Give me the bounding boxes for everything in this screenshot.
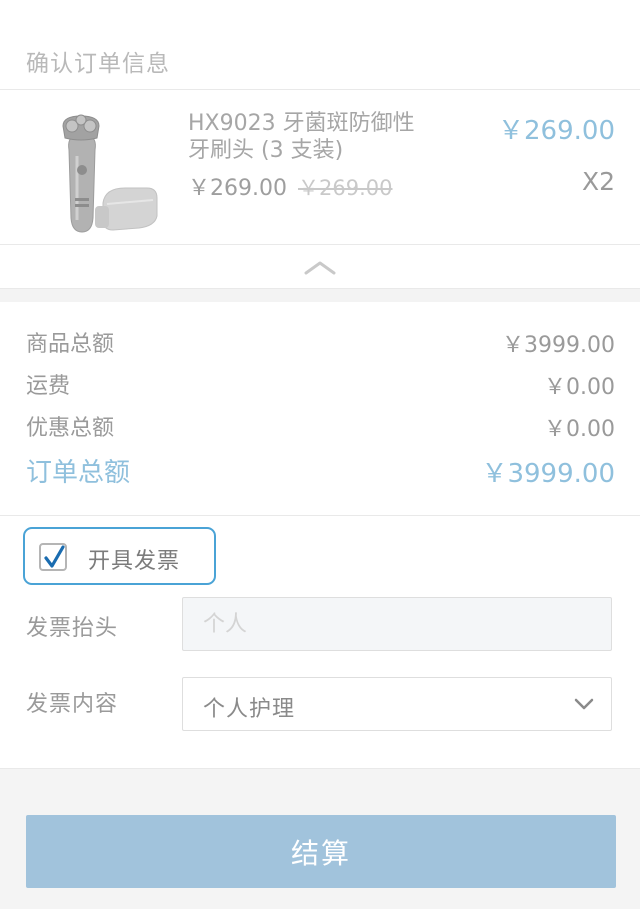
summary-label-goods: 商品总额 [26,332,115,357]
invoice-toggle[interactable]: 开具发票 [23,527,216,585]
invoice-toggle-label: 开具发票 [88,549,181,574]
electric-shaver-icon [55,108,165,240]
order-total-value: ￥3999.00 [481,459,615,489]
summary-label-shipping: 运费 [26,374,71,399]
summary-value-shipping: ￥0.00 [544,375,615,400]
divider [0,768,640,769]
product-quantity: X2 [581,167,615,196]
invoice-title-label: 发票抬头 [26,616,119,641]
summary-value-goods: ￥3999.00 [502,333,615,358]
invoice-checkbox[interactable] [39,543,67,571]
order-total-label: 订单总额 [26,458,131,488]
invoice-content-label: 发票内容 [26,692,119,717]
invoice-content-value: 个人护理 [203,697,296,722]
divider [0,244,640,245]
chevron-down-icon [574,698,594,710]
divider [0,515,640,516]
product-original-price: ￥269.00 [298,176,393,200]
invoice-title-field[interactable] [182,597,612,651]
invoice-content-select[interactable]: 个人护理 [182,677,612,731]
summary-label-discount: 优惠总额 [26,416,115,441]
chevron-up-icon[interactable] [300,256,340,278]
section-gap [0,289,640,302]
checkout-button[interactable]: 结算 [26,815,616,888]
summary-value-discount: ￥0.00 [544,417,615,442]
order-section-title: 确认订单信息 [26,51,170,77]
product-name: HX9023 牙菌斑防御性牙刷头 (3 支装) [188,111,415,163]
checkmark-icon [44,545,65,568]
product-total: ￥269.00 [498,116,615,146]
divider [0,89,640,90]
product-price: ￥269.00 [188,176,287,201]
invoice-title-input[interactable] [183,598,611,650]
